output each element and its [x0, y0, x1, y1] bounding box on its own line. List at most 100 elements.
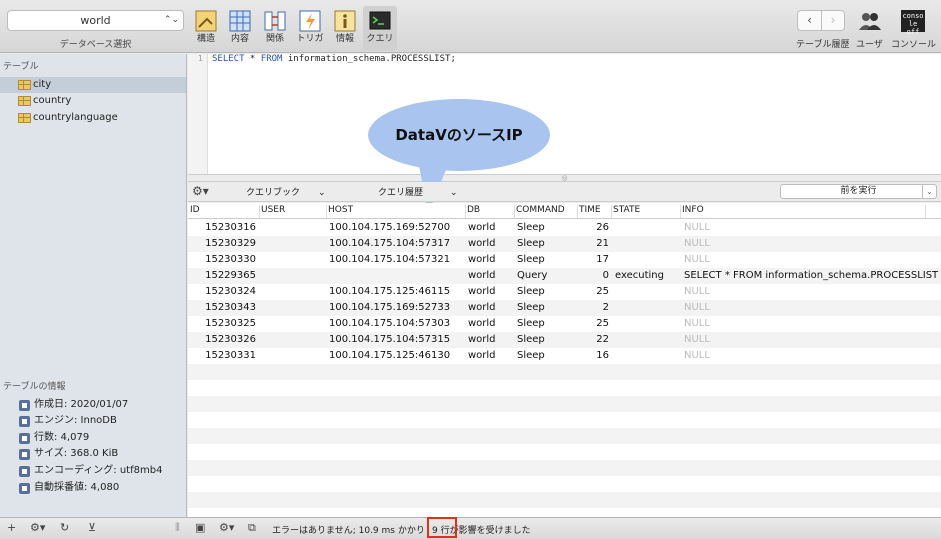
- sql-text[interactable]: SELECT * FROM information_schema.PROCESS…: [212, 54, 456, 64]
- filter-icon[interactable]: ⊻: [88, 521, 96, 534]
- table-row[interactable]: 15229365 world Query 0 executing SELECT * FRO…: [188, 268, 941, 284]
- cell-command[interactable]: Sleep: [517, 348, 577, 364]
- cell-info[interactable]: NULL: [684, 284, 934, 300]
- copy-icon[interactable]: ⧉: [248, 521, 256, 535]
- gear-icon[interactable]: ⚙▾: [192, 184, 209, 198]
- cell-db[interactable]: world: [468, 236, 514, 252]
- cell-command[interactable]: Sleep: [517, 236, 577, 252]
- table-row[interactable]: 15230329 100.104.175.104:57317 world Sleep 2…: [188, 236, 941, 252]
- sidebar-item-city[interactable]: city: [0, 77, 186, 93]
- cell-id[interactable]: 15230316: [188, 220, 256, 236]
- cell-time[interactable]: 2: [579, 300, 609, 316]
- triggers-button[interactable]: トリガ: [293, 6, 327, 50]
- column-header-user[interactable]: USER: [261, 205, 327, 218]
- sidebar-item-countrylanguage[interactable]: countrylanguage: [0, 110, 186, 126]
- cell-info[interactable]: NULL: [684, 220, 934, 236]
- cell-db[interactable]: world: [468, 348, 514, 364]
- info-button[interactable]: 情報: [328, 6, 362, 50]
- back-arrow-icon[interactable]: ‹: [798, 11, 821, 30]
- cell-info[interactable]: NULL: [684, 300, 934, 316]
- table-row[interactable]: 15230326 100.104.175.104:57315 world Sleep 2…: [188, 332, 941, 348]
- cell-db[interactable]: world: [468, 268, 514, 284]
- cell-host[interactable]: 100.104.175.104:57321: [329, 252, 465, 268]
- toggle-panel-icon[interactable]: ▣: [195, 521, 205, 534]
- cell-host[interactable]: 100.104.175.104:57303: [329, 316, 465, 332]
- highlight-box: [427, 517, 457, 538]
- query-favorites-dropdown[interactable]: クエリブック ⌄: [246, 185, 326, 198]
- cell-id[interactable]: 15229365: [188, 268, 256, 284]
- cell-host[interactable]: 100.104.175.104:57317: [329, 236, 465, 252]
- sidebar-item-country[interactable]: country: [0, 93, 186, 109]
- cell-db[interactable]: world: [468, 332, 514, 348]
- cell-command[interactable]: Sleep: [517, 284, 577, 300]
- cell-id[interactable]: 15230326: [188, 332, 256, 348]
- cell-id[interactable]: 15230343: [188, 300, 256, 316]
- column-header-info[interactable]: INFO: [682, 205, 926, 218]
- chevron-down-icon[interactable]: ⌄: [922, 185, 936, 198]
- table-row[interactable]: 15230324 100.104.175.125:46115 world Sleep 2…: [188, 284, 941, 300]
- cell-id[interactable]: 15230330: [188, 252, 256, 268]
- editor-splitter[interactable]: ◎: [188, 174, 941, 182]
- column-header-state[interactable]: STATE: [613, 205, 681, 218]
- cell-command[interactable]: Sleep: [517, 220, 577, 236]
- cell-command[interactable]: Sleep: [517, 252, 577, 268]
- cell-time[interactable]: 22: [579, 332, 609, 348]
- table-row[interactable]: 15230330 100.104.175.104:57321 world Sleep 1…: [188, 252, 941, 268]
- run-previous-button[interactable]: 前を実行 ⌄: [780, 184, 937, 199]
- cell-db[interactable]: world: [468, 300, 514, 316]
- cell-time[interactable]: 25: [579, 316, 609, 332]
- cell-host[interactable]: 100.104.175.104:57315: [329, 332, 465, 348]
- forward-arrow-icon[interactable]: ›: [821, 11, 844, 30]
- table-row[interactable]: 15230316 100.104.175.169:52700 world Sleep 2…: [188, 220, 941, 236]
- query-editor[interactable]: 1 SELECT * FROM information_schema.PROCE…: [188, 54, 941, 174]
- cell-time[interactable]: 26: [579, 220, 609, 236]
- table-row[interactable]: 15230343 100.104.175.169:52733 world Sleep 2…: [188, 300, 941, 316]
- column-header-command[interactable]: COMMAND: [516, 205, 578, 218]
- table-row[interactable]: 15230331 100.104.175.125:46130 world Sleep 1…: [188, 348, 941, 364]
- query-actions-gear-icon[interactable]: ⚙▾: [219, 521, 234, 534]
- column-header-db[interactable]: DB: [467, 205, 515, 218]
- database-select[interactable]: world ⌃⌄: [7, 10, 184, 31]
- cell-host[interactable]: 100.104.175.169:52700: [329, 220, 465, 236]
- column-header-host[interactable]: HOST: [328, 205, 466, 218]
- cell-info[interactable]: NULL: [684, 252, 934, 268]
- cell-host[interactable]: 100.104.175.169:52733: [329, 300, 465, 316]
- table-actions-gear-icon[interactable]: ⚙▾: [30, 521, 45, 534]
- cell-time[interactable]: 0: [579, 268, 609, 284]
- add-table-button[interactable]: +: [7, 521, 16, 534]
- cell-command[interactable]: Sleep: [517, 300, 577, 316]
- relations-button[interactable]: 関係: [258, 6, 292, 50]
- cell-info[interactable]: NULL: [684, 236, 934, 252]
- refresh-icon[interactable]: ↻: [60, 521, 69, 534]
- cell-id[interactable]: 15230324: [188, 284, 256, 300]
- cell-db[interactable]: world: [468, 252, 514, 268]
- cell-time[interactable]: 17: [579, 252, 609, 268]
- cell-info[interactable]: NULL: [684, 332, 934, 348]
- cell-time[interactable]: 25: [579, 284, 609, 300]
- resize-handle-icon[interactable]: ⦀: [175, 521, 180, 535]
- query-button[interactable]: クエリ: [363, 6, 397, 50]
- table-row[interactable]: 15230325 100.104.175.104:57303 world Sleep 2…: [188, 316, 941, 332]
- cell-db[interactable]: world: [468, 316, 514, 332]
- cell-host[interactable]: 100.104.175.125:46115: [329, 284, 465, 300]
- cell-command[interactable]: Query: [517, 268, 577, 284]
- cell-id[interactable]: 15230325: [188, 316, 256, 332]
- cell-host[interactable]: 100.104.175.125:46130: [329, 348, 465, 364]
- cell-command[interactable]: Sleep: [517, 316, 577, 332]
- cell-info[interactable]: SELECT * FROM information_schema.PROCESS…: [684, 268, 938, 284]
- query-history-dropdown[interactable]: クエリ履歴 ⌄: [378, 185, 458, 198]
- cell-id[interactable]: 15230331: [188, 348, 256, 364]
- cell-time[interactable]: 21: [579, 236, 609, 252]
- column-header-id[interactable]: ID: [190, 205, 260, 218]
- cell-id[interactable]: 15230329: [188, 236, 256, 252]
- cell-db[interactable]: world: [468, 284, 514, 300]
- cell-command[interactable]: Sleep: [517, 332, 577, 348]
- cell-state[interactable]: executing: [615, 268, 681, 284]
- cell-db[interactable]: world: [468, 220, 514, 236]
- cell-time[interactable]: 16: [579, 348, 609, 364]
- cell-info[interactable]: NULL: [684, 348, 934, 364]
- structure-button[interactable]: 構造: [189, 6, 223, 50]
- column-header-time[interactable]: TIME: [579, 205, 612, 218]
- cell-info[interactable]: NULL: [684, 316, 934, 332]
- content-button[interactable]: 内容: [223, 6, 257, 50]
